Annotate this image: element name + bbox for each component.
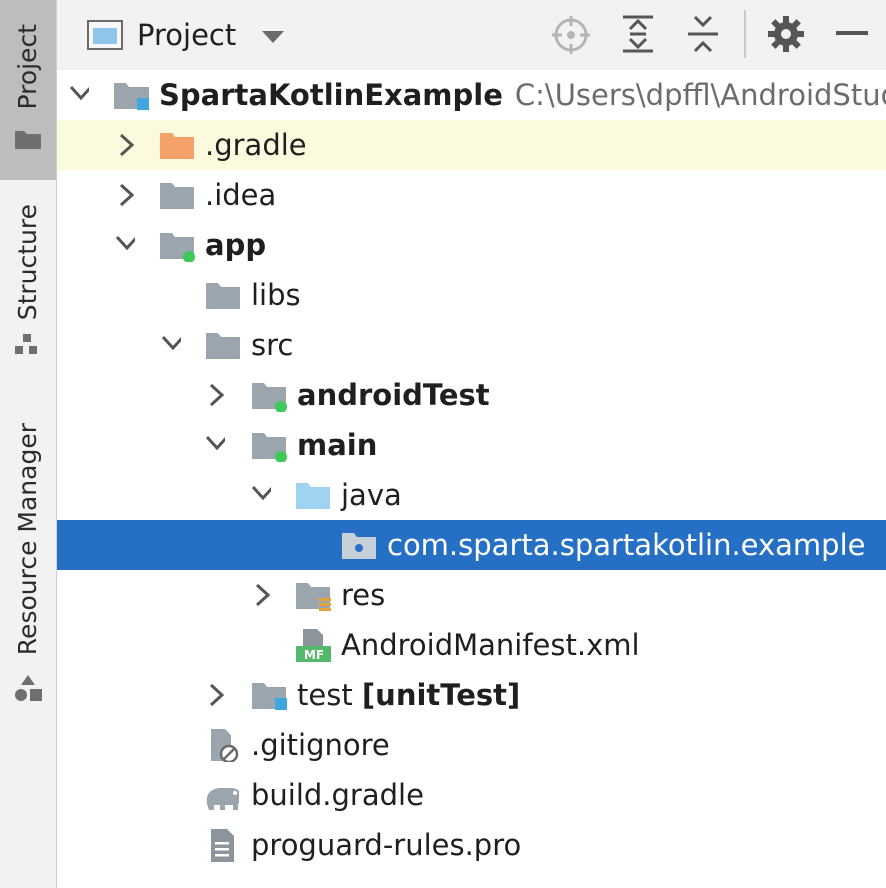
view-selector-label: Project bbox=[137, 18, 237, 52]
tree-row-proguard[interactable]: proguard-rules.pro bbox=[57, 820, 886, 870]
tree-row-res[interactable]: res bbox=[57, 570, 886, 620]
chevron-down-icon bbox=[262, 31, 284, 43]
project-tab-label: Project bbox=[13, 24, 42, 110]
tree-label-main: main bbox=[297, 428, 378, 462]
folder-icon bbox=[160, 183, 194, 209]
minimize-icon[interactable] bbox=[836, 31, 868, 35]
tree-label-build-gradle: build.gradle bbox=[251, 778, 424, 812]
chevron-right-icon[interactable] bbox=[253, 583, 273, 607]
tree-label-gitignore: .gitignore bbox=[251, 728, 390, 762]
tree-row-main[interactable]: main bbox=[57, 420, 886, 470]
chevron-down-icon[interactable] bbox=[69, 83, 89, 107]
chevron-down-icon[interactable] bbox=[251, 483, 271, 507]
project-tree: SpartaKotlinExample C:\Users\dpffl\Androi… bbox=[57, 70, 886, 888]
chevron-right-icon[interactable] bbox=[117, 133, 137, 157]
project-window-icon bbox=[87, 20, 123, 50]
ignore-file-icon bbox=[211, 729, 239, 762]
tree-row-manifest[interactable]: MF AndroidManifest.xml bbox=[57, 620, 886, 670]
gradle-elephant-icon bbox=[206, 788, 239, 810]
chevron-right-icon[interactable] bbox=[207, 383, 227, 407]
structure-icon bbox=[15, 334, 37, 354]
tree-label-root: SpartaKotlinExample C:\Users\dpffl\Androi… bbox=[159, 78, 886, 112]
structure-tab-label: Structure bbox=[13, 204, 42, 321]
tree-label-gradle: .gradle bbox=[205, 128, 307, 162]
root-project-path: C:\Users\dpffl\AndroidStudi bbox=[514, 78, 886, 112]
tree-label-java: java bbox=[341, 478, 402, 512]
gear-icon[interactable] bbox=[768, 16, 804, 52]
tree-label-proguard: proguard-rules.pro bbox=[251, 828, 522, 862]
tree-row-android-test[interactable]: androidTest bbox=[57, 370, 886, 420]
tree-label-android-test: androidTest bbox=[297, 378, 490, 412]
resource-folder-icon bbox=[296, 583, 331, 611]
tree-row-build-gradle[interactable]: build.gradle bbox=[57, 770, 886, 820]
module-folder-icon bbox=[160, 233, 195, 262]
chevron-down-icon[interactable] bbox=[161, 333, 181, 357]
tree-row-root[interactable]: SpartaKotlinExample C:\Users\dpffl\Androi… bbox=[57, 70, 886, 120]
project-tool-tab[interactable]: Project bbox=[0, 0, 56, 180]
package-icon bbox=[342, 533, 376, 559]
resource-manager-tool-tab[interactable]: Resource Manager bbox=[0, 415, 56, 715]
chevron-right-icon[interactable] bbox=[117, 183, 137, 207]
root-project-name: SpartaKotlinExample bbox=[159, 78, 503, 112]
view-selector[interactable]: Project bbox=[57, 0, 337, 70]
manifest-file-icon: MF bbox=[296, 629, 331, 662]
tree-label-idea: .idea bbox=[205, 178, 277, 212]
tree-row-test[interactable]: test [unitTest] bbox=[57, 670, 886, 720]
test-tag: [unitTest] bbox=[361, 678, 521, 712]
tree-label-test: test [unitTest] bbox=[297, 678, 520, 712]
tree-label-res: res bbox=[341, 578, 386, 612]
tree-label-manifest: AndroidManifest.xml bbox=[341, 628, 640, 662]
structure-tool-tab[interactable]: Structure bbox=[0, 190, 56, 370]
locate-icon[interactable] bbox=[552, 16, 590, 54]
source-folder-icon bbox=[296, 483, 330, 509]
manifest-badge: MF bbox=[304, 648, 324, 662]
tree-label-package: com.sparta.spartakotlin.example bbox=[387, 528, 866, 562]
tree-row-gradle[interactable]: .gradle bbox=[57, 120, 886, 170]
tree-label-src: src bbox=[251, 328, 294, 362]
tree-row-gitignore[interactable]: .gitignore bbox=[57, 720, 886, 770]
chevron-down-icon[interactable] bbox=[115, 233, 135, 257]
test-name: test bbox=[297, 678, 353, 712]
toolbar-separator bbox=[744, 10, 746, 58]
tree-label-libs: libs bbox=[251, 278, 301, 312]
module-folder-icon bbox=[114, 83, 149, 110]
text-file-icon bbox=[211, 829, 234, 862]
tool-window-strip: Project Structure Resource Manager bbox=[0, 0, 57, 888]
tree-row-java[interactable]: java bbox=[57, 470, 886, 520]
expand-all-icon[interactable] bbox=[620, 14, 656, 54]
folder-icon bbox=[206, 283, 240, 309]
tree-row-libs[interactable]: libs bbox=[57, 270, 886, 320]
folder-icon bbox=[206, 333, 240, 359]
source-set-folder-icon bbox=[252, 433, 287, 462]
tree-label-app: app bbox=[205, 228, 267, 262]
tree-row-app[interactable]: app bbox=[57, 220, 886, 270]
source-set-folder-icon bbox=[252, 383, 287, 412]
tree-row-idea[interactable]: .idea bbox=[57, 170, 886, 220]
chevron-right-icon[interactable] bbox=[207, 683, 227, 707]
resource-manager-tab-label: Resource Manager bbox=[13, 423, 42, 656]
chevron-down-icon[interactable] bbox=[205, 433, 225, 457]
gradle-folder-icon bbox=[160, 133, 194, 159]
tree-row-package[interactable]: com.sparta.spartakotlin.example bbox=[57, 520, 886, 570]
shapes-icon bbox=[15, 675, 42, 701]
collapse-all-icon[interactable] bbox=[685, 14, 721, 54]
tree-row-src[interactable]: src bbox=[57, 320, 886, 370]
project-toolbar: Project bbox=[57, 0, 886, 70]
test-folder-icon bbox=[252, 683, 287, 710]
folder-icon bbox=[15, 131, 41, 149]
